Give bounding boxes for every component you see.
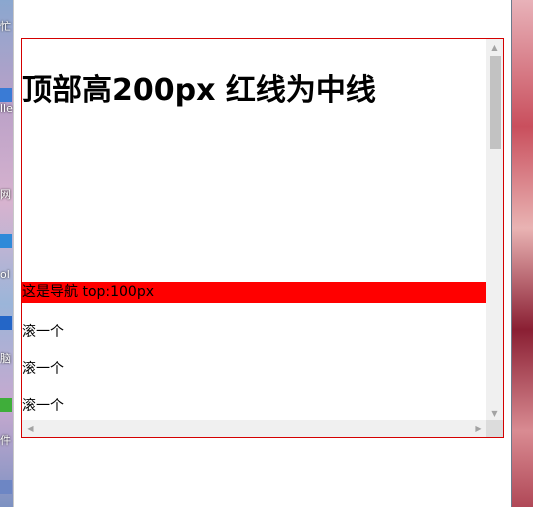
desktop-shortcut-icon[interactable] [0,234,12,248]
scroll-content: 顶部高200px 红线为中线 这是导航 top:100px 滚一个 滚一个 滚一… [22,39,487,422]
scroll-left-arrow-icon[interactable]: ◀ [22,420,39,437]
desktop-shortcut-icon[interactable] [0,88,12,102]
window-border [13,0,14,507]
list-item: 滚一个 [22,324,64,340]
desktop-background-right [512,0,533,507]
desktop-shortcut-icon[interactable] [0,316,12,330]
desktop-shortcut-icon[interactable] [0,398,12,412]
vertical-scrollbar[interactable]: ▲ ▼ [486,39,503,422]
page-heading: 顶部高200px 红线为中线 [22,73,376,108]
list-item: 滚一个 [22,398,64,414]
scrollbar-corner [486,420,503,437]
list-item: 滚一个 [22,361,64,377]
horizontal-scrollbar[interactable]: ◀ ▶ [22,420,487,437]
screen: 忙 lle 网 ol 脑 件 顶部高200px 红线为中线 这是导航 top:1… [0,0,533,507]
desktop-icon-label[interactable]: 脑 [0,350,11,366]
vertical-scroll-thumb[interactable] [490,56,501,149]
desktop-icon-label[interactable]: 件 [0,432,11,448]
desktop-icon-label[interactable]: lle [0,102,13,115]
desktop-shortcut-icon[interactable] [0,480,12,494]
desktop-background-left: 忙 lle 网 ol 脑 件 [0,0,13,507]
desktop-icon-label[interactable]: ol [0,268,10,281]
desktop-icon-label[interactable]: 忙 [0,18,11,34]
scroll-up-arrow-icon[interactable]: ▲ [486,39,503,56]
scroll-right-arrow-icon[interactable]: ▶ [470,420,487,437]
scroll-container[interactable]: 顶部高200px 红线为中线 这是导航 top:100px 滚一个 滚一个 滚一… [21,38,504,438]
nav-bar: 这是导航 top:100px [22,282,487,303]
desktop-icon-label[interactable]: 网 [0,186,11,202]
